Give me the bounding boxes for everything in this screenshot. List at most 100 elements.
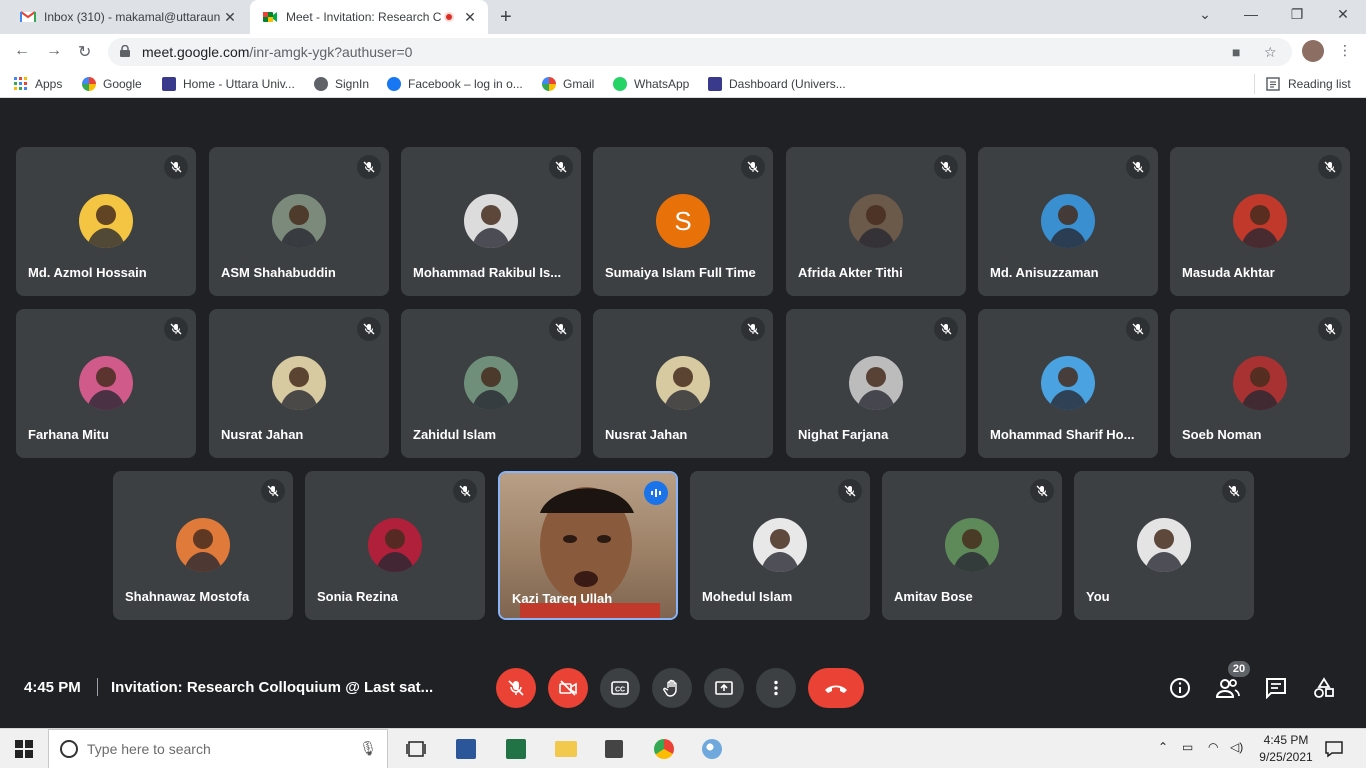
- star-icon[interactable]: ☆: [1264, 44, 1277, 61]
- more-vertical-icon[interactable]: ⋮: [1338, 42, 1352, 59]
- participant-name: Amitav Bose: [894, 589, 973, 604]
- camera-icon[interactable]: ■: [1232, 44, 1240, 60]
- bookmark-gmail[interactable]: Gmail: [542, 77, 594, 91]
- notifications-button[interactable]: [1322, 737, 1346, 761]
- participant-tile[interactable]: Nighat Farjana: [786, 309, 966, 458]
- microphone-icon[interactable]: 🎙: [359, 740, 377, 757]
- chat-button[interactable]: [1264, 676, 1288, 700]
- camera-toggle-button[interactable]: [548, 668, 588, 708]
- bookmark-google[interactable]: Google: [82, 77, 142, 91]
- bookmark-facebook[interactable]: Facebook – log in o...: [387, 77, 523, 91]
- participant-tile[interactable]: Shahnawaz Mostofa: [113, 471, 293, 620]
- restore-button[interactable]: ❐: [1282, 6, 1312, 23]
- more-options-button[interactable]: [756, 668, 796, 708]
- profile-avatar[interactable]: [1302, 40, 1324, 62]
- minimize-button[interactable]: —: [1236, 6, 1266, 22]
- taskbar-search-box[interactable]: Type here to search 🎙: [48, 729, 388, 768]
- participant-tile[interactable]: Mohammad Sharif Ho...: [978, 309, 1158, 458]
- raise-hand-button[interactable]: [652, 668, 692, 708]
- svg-text:CC: CC: [615, 687, 625, 694]
- person-silhouette-icon: [857, 205, 895, 248]
- chat-icon: [1266, 678, 1286, 699]
- bookmark-apps[interactable]: Apps: [14, 77, 62, 91]
- participant-tile[interactable]: Md. Azmol Hossain: [16, 147, 196, 296]
- tab-meet[interactable]: Meet - Invitation: Research C ✕: [250, 0, 488, 34]
- windows-start-button[interactable]: [12, 737, 36, 761]
- bookmark-signin[interactable]: SignIn: [314, 77, 369, 91]
- participant-tile[interactable]: S Sumaiya Islam Full Time: [593, 147, 773, 296]
- back-arrow-icon[interactable]: ←: [14, 42, 30, 60]
- address-bar[interactable]: meet.google.com/inr-amgk-ygk?authuser=0 …: [108, 38, 1292, 66]
- taskbar-store[interactable]: [602, 737, 626, 761]
- participant-tile[interactable]: Sonia Rezina: [305, 471, 485, 620]
- participant-tile[interactable]: Md. Anisuzzaman: [978, 147, 1158, 296]
- participant-tile[interactable]: Farhana Mitu: [16, 309, 196, 458]
- participant-name: You: [1086, 589, 1110, 604]
- taskbar-chrome[interactable]: [652, 737, 676, 761]
- taskbar-paint[interactable]: [700, 737, 724, 761]
- bookmark-uttara-home[interactable]: Home - Uttara Univ...: [162, 77, 295, 91]
- taskbar-excel[interactable]: [504, 737, 528, 761]
- folder-icon: [555, 741, 577, 757]
- present-screen-icon: [715, 681, 733, 695]
- lock-icon: [120, 45, 130, 57]
- google-icon: [542, 77, 556, 91]
- leave-call-button[interactable]: [808, 668, 864, 708]
- participant-avatar: [176, 518, 230, 572]
- bookmark-label: Google: [103, 77, 142, 91]
- meeting-title: Invitation: Research Colloquium @ Last s…: [111, 679, 434, 696]
- participant-name: Md. Azmol Hossain: [28, 265, 147, 280]
- person-silhouette-icon: [472, 367, 510, 410]
- meeting-controls-bar: 4:45 PM Invitation: Research Colloquium …: [0, 648, 1366, 728]
- participant-tile[interactable]: ASM Shahabuddin: [209, 147, 389, 296]
- participant-tile[interactable]: Nusrat Jahan: [593, 309, 773, 458]
- reload-icon[interactable]: ↻: [78, 42, 91, 62]
- reading-list-button[interactable]: Reading list: [1254, 74, 1351, 94]
- present-screen-button[interactable]: [704, 668, 744, 708]
- participant-tile[interactable]: Amitav Bose: [882, 471, 1062, 620]
- mic-off-icon: [934, 317, 958, 341]
- battery-icon[interactable]: ▭: [1182, 740, 1193, 754]
- close-icon[interactable]: ✕: [220, 9, 240, 26]
- participant-tile[interactable]: Mohedul Islam: [690, 471, 870, 620]
- captions-button[interactable]: CC: [600, 668, 640, 708]
- close-window-button[interactable]: ✕: [1328, 6, 1358, 23]
- participant-tile[interactable]: Soeb Noman: [1170, 309, 1350, 458]
- participant-tile[interactable]: Zahidul Islam: [401, 309, 581, 458]
- excel-icon: [506, 739, 526, 759]
- participant-name: Masuda Akhtar: [1182, 265, 1275, 280]
- person-silhouette-icon: [1241, 367, 1279, 410]
- taskbar-clock[interactable]: 4:45 PM 9/25/2021: [1254, 732, 1318, 766]
- google-icon: [82, 77, 96, 91]
- meeting-clock: 4:45 PM: [24, 679, 81, 696]
- bookmark-whatsapp[interactable]: WhatsApp: [613, 77, 689, 91]
- participant-tile[interactable]: Kazi Tareq Ullah: [498, 471, 678, 620]
- participant-name: Afrida Akter Tithi: [798, 265, 903, 280]
- participant-avatar: [1233, 356, 1287, 410]
- meeting-details-button[interactable]: [1168, 676, 1192, 700]
- wifi-icon[interactable]: ◠: [1208, 740, 1218, 754]
- participant-tile[interactable]: Mohammad Rakibul Is...: [401, 147, 581, 296]
- tab-gmail[interactable]: Inbox (310) - makamal@uttaraun ✕: [8, 0, 248, 34]
- hand-icon: [663, 679, 677, 697]
- close-icon[interactable]: ✕: [460, 9, 480, 26]
- volume-icon[interactable]: ◁): [1230, 740, 1243, 754]
- new-tab-button[interactable]: +: [500, 6, 512, 29]
- microphone-toggle-button[interactable]: [496, 668, 536, 708]
- task-view-button[interactable]: [404, 737, 428, 761]
- taskbar-time: 4:45 PM: [1263, 733, 1309, 747]
- participant-tile[interactable]: Afrida Akter Tithi: [786, 147, 966, 296]
- tab-search-icon[interactable]: ⌄: [1190, 6, 1220, 23]
- participant-avatar: [79, 356, 133, 410]
- participant-tile[interactable]: You: [1074, 471, 1254, 620]
- activities-button[interactable]: [1312, 676, 1336, 700]
- taskbar-word[interactable]: [454, 737, 478, 761]
- chevron-up-icon[interactable]: ⌃: [1158, 740, 1168, 754]
- mic-off-icon: [261, 479, 285, 503]
- forward-arrow-icon[interactable]: →: [46, 42, 62, 60]
- participant-tile[interactable]: Masuda Akhtar: [1170, 147, 1350, 296]
- participant-tile[interactable]: Nusrat Jahan: [209, 309, 389, 458]
- show-everyone-button[interactable]: [1216, 676, 1240, 700]
- bookmark-dashboard[interactable]: Dashboard (Univers...: [708, 77, 846, 91]
- taskbar-file-explorer[interactable]: [554, 737, 578, 761]
